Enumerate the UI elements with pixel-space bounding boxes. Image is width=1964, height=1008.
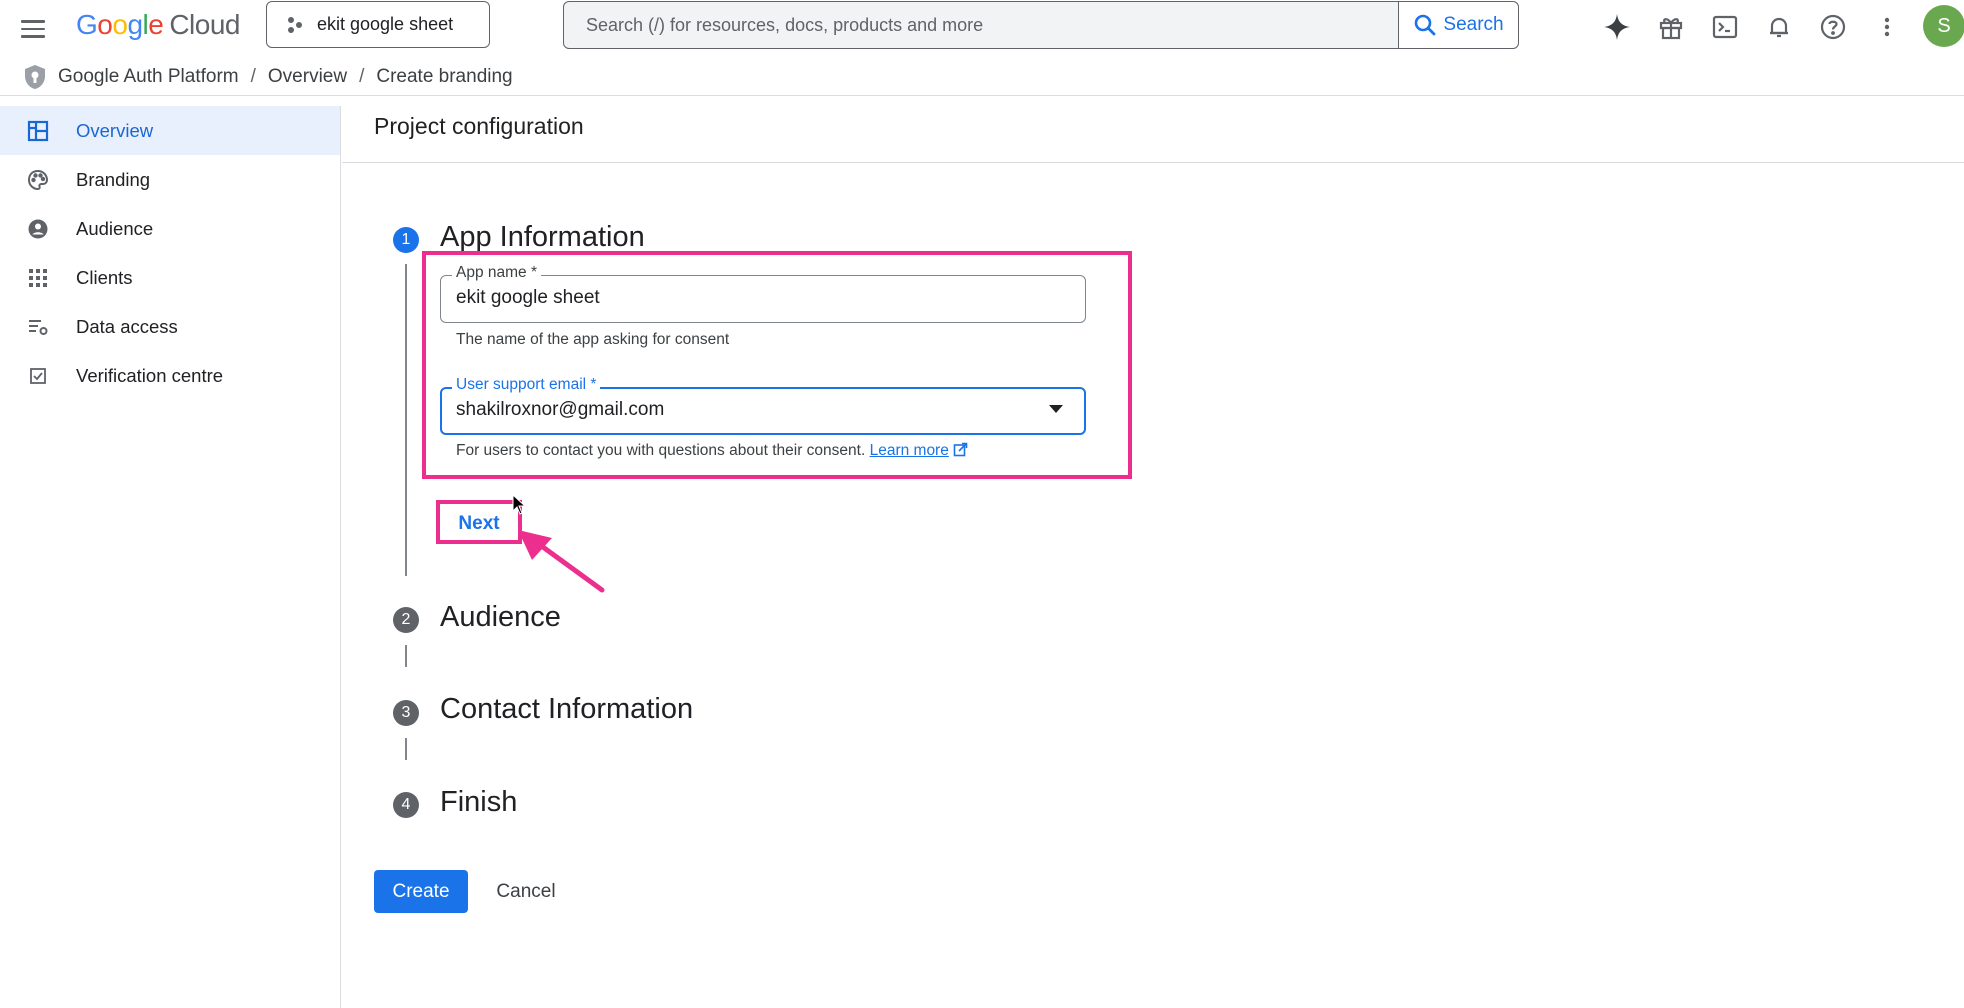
terminal-icon[interactable] — [1705, 7, 1745, 47]
step-2-title[interactable]: Audience — [440, 601, 561, 634]
step-connector — [405, 645, 407, 667]
sidebar-item-verification-centre[interactable]: Verification centre — [0, 351, 340, 400]
help-icon[interactable] — [1813, 7, 1853, 47]
dashboard-icon — [26, 119, 50, 143]
breadcrumb-separator: / — [250, 66, 256, 87]
header-divider — [0, 95, 1964, 96]
sidebar-item-label: Branding — [76, 168, 151, 190]
breadcrumb-item-auth-platform[interactable]: Google Auth Platform — [58, 66, 239, 88]
breadcrumb-item-create-branding: Create branding — [376, 66, 513, 87]
checkbox-icon — [26, 364, 50, 388]
gemini-icon[interactable] — [1597, 7, 1637, 47]
annotation-highlight-box — [422, 251, 1132, 479]
step-4-title[interactable]: Finish — [440, 786, 517, 819]
sidebar-item-clients[interactable]: Clients — [0, 253, 340, 302]
hamburger-menu-icon[interactable] — [14, 10, 52, 48]
shield-icon — [25, 65, 45, 89]
mouse-pointer-icon — [512, 494, 527, 515]
list-settings-icon — [26, 315, 50, 339]
step-1-title[interactable]: App Information — [440, 221, 645, 254]
gift-icon[interactable] — [1651, 7, 1691, 47]
step-3-title[interactable]: Contact Information — [440, 693, 693, 726]
project-picker-button[interactable]: ekit google sheet — [266, 1, 490, 48]
step-3-number: 3 — [393, 700, 419, 726]
sidebar-item-branding[interactable]: Branding — [0, 155, 340, 204]
search-bar: Search — [563, 1, 1519, 49]
sidebar-item-label: Verification centre — [76, 364, 224, 386]
step-2-number: 2 — [393, 607, 419, 633]
sidebar-item-label: Clients — [76, 266, 133, 288]
sidebar-item-label: Overview — [76, 119, 154, 141]
project-hub-icon — [288, 16, 302, 33]
title-divider — [342, 162, 1964, 163]
step-4-number: 4 — [393, 792, 419, 818]
breadcrumb: Google Auth Platform / Overview / Create… — [22, 60, 513, 94]
step-connector — [405, 264, 407, 576]
top-bar: Google Cloud ekit google sheet Search (/… — [0, 0, 1964, 58]
sidebar-item-label: Data access — [76, 315, 178, 337]
google-cloud-logo[interactable]: Google Cloud — [76, 8, 240, 42]
next-button[interactable]: Next — [440, 505, 518, 543]
create-button[interactable]: Create — [374, 870, 468, 913]
bell-icon[interactable] — [1759, 7, 1799, 47]
page-title: Project configuration — [374, 113, 584, 139]
more-vert-icon[interactable] — [1867, 7, 1907, 47]
breadcrumb-item-overview[interactable]: Overview — [268, 66, 347, 88]
search-input[interactable] — [564, 2, 1398, 48]
person-circle-icon — [26, 217, 50, 241]
sidebar-item-overview[interactable]: Overview — [0, 106, 340, 155]
sidebar-item-data-access[interactable]: Data access — [0, 302, 340, 351]
annotation-arrow-icon — [518, 530, 605, 593]
step-1-number: 1 — [393, 227, 419, 253]
search-button[interactable]: Search — [1398, 2, 1518, 48]
sidebar-item-label: Audience — [76, 217, 154, 239]
palette-icon — [26, 168, 50, 192]
step-connector — [405, 738, 407, 760]
search-icon — [1415, 14, 1436, 36]
breadcrumb-separator: / — [359, 66, 365, 87]
cancel-button[interactable]: Cancel — [484, 870, 568, 913]
sidebar: Overview Branding Audience Clients Data … — [0, 106, 341, 1008]
project-name: ekit google sheet — [317, 14, 454, 34]
grid-icon — [26, 266, 50, 290]
search-button-label: Search — [1443, 14, 1504, 35]
sidebar-item-audience[interactable]: Audience — [0, 204, 340, 253]
avatar[interactable]: S — [1923, 5, 1964, 47]
